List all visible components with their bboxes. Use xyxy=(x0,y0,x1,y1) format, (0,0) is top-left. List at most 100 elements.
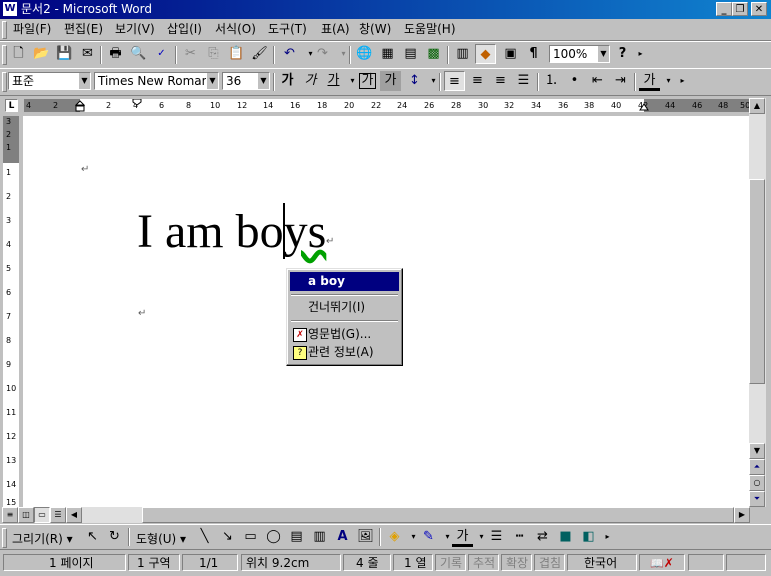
paste-icon[interactable]: 📋 xyxy=(226,44,247,64)
tab-selector-icon[interactable]: L xyxy=(5,99,18,112)
oval-icon[interactable]: ◯ xyxy=(263,527,284,547)
font-size-combo[interactable]: 36 ▼ xyxy=(222,72,270,90)
italic-button[interactable]: 가 xyxy=(300,71,321,91)
line-icon[interactable]: ╲ xyxy=(194,527,215,547)
browse-object-icon[interactable]: ○ xyxy=(749,475,765,491)
grammar-item[interactable]: ✗ 영문법(G)... xyxy=(290,325,399,344)
menu-tools[interactable]: 도구(T) xyxy=(268,22,307,37)
decrease-indent-icon[interactable]: ⇤ xyxy=(587,71,608,91)
scroll-right-button[interactable]: ▶ xyxy=(734,507,750,523)
print-preview-icon[interactable]: 🔍 xyxy=(128,44,149,64)
horizontal-ruler[interactable]: L 4 2 2 4 6 8 10 12 14 16 18 20 22 24 26… xyxy=(0,96,771,114)
menu-format[interactable]: 서식(O) xyxy=(215,22,256,37)
status-trk[interactable]: 추적 xyxy=(468,554,499,571)
undo-icon[interactable]: ↶ xyxy=(279,44,300,64)
menubar-grip[interactable] xyxy=(2,21,7,39)
numbering-icon[interactable]: ⒈ xyxy=(541,71,562,91)
left-indent-marker[interactable] xyxy=(75,99,85,112)
menu-table[interactable]: 표(A) xyxy=(321,22,350,37)
cut-icon[interactable]: ✂ xyxy=(180,44,201,64)
arrow-icon[interactable]: ↘ xyxy=(217,527,238,547)
menu-window[interactable]: 창(W) xyxy=(359,22,391,37)
document-text[interactable]: I am boys xyxy=(137,205,326,259)
print-icon[interactable]: 🖶 xyxy=(105,44,126,64)
normal-view-icon[interactable]: ≡ xyxy=(2,507,18,523)
show-hide-icon[interactable]: ¶ xyxy=(523,44,544,64)
spelling-status-icon[interactable]: 📖✗ xyxy=(639,554,685,571)
toolbar-options-icon[interactable]: ▸ xyxy=(630,44,651,64)
line-style-icon[interactable]: ☰ xyxy=(486,527,507,547)
dash-style-icon[interactable]: ┅ xyxy=(509,527,530,547)
ignore-item[interactable]: 건너뛰기(I) xyxy=(290,298,399,317)
chevron-down-icon[interactable]: ▼ xyxy=(78,73,90,89)
scroll-down-button[interactable]: ▼ xyxy=(749,443,765,459)
minimize-button[interactable]: _ xyxy=(716,2,732,16)
print-layout-icon[interactable]: ▭ xyxy=(34,507,50,523)
chevron-down-icon[interactable]: ▼ xyxy=(206,73,218,89)
wordart-a-icon[interactable]: A xyxy=(332,527,353,547)
copy-icon[interactable]: ⎘ xyxy=(203,44,224,64)
web-icon[interactable]: 🌐 xyxy=(354,44,375,64)
fill-color-icon[interactable]: ◈ xyxy=(384,527,405,547)
distribute-icon[interactable]: ☰ xyxy=(513,71,534,91)
free-rotate-icon[interactable]: ↻ xyxy=(104,527,125,547)
clipart-icon[interactable]: 🖼 xyxy=(355,527,376,547)
next-page-icon[interactable]: ⏷ xyxy=(749,491,765,507)
align-center-icon[interactable]: ≡ xyxy=(467,71,488,91)
vertical-ruler[interactable]: 3 2 1 1 2 3 4 5 6 7 8 9 10 11 12 13 14 1… xyxy=(3,116,19,507)
word-doc-icon[interactable]: W xyxy=(3,2,17,16)
save-icon[interactable]: 💾 xyxy=(54,44,75,64)
insert-excel-icon[interactable]: ▩ xyxy=(423,44,444,64)
char-border-button[interactable]: 가 xyxy=(357,71,378,91)
font-color-button[interactable]: 가 xyxy=(639,71,660,91)
toolbar-grip[interactable] xyxy=(2,528,7,548)
insert-table-icon[interactable]: ▤ xyxy=(400,44,421,64)
font-color-button[interactable]: 가 xyxy=(452,527,473,547)
format-painter-icon[interactable]: 🖌 xyxy=(249,44,270,64)
font-combo[interactable]: Times New Roman ▼ xyxy=(94,72,219,90)
arrow-style-icon[interactable]: ⇄ xyxy=(532,527,553,547)
close-button[interactable]: ✕ xyxy=(751,2,767,16)
tables-borders-icon[interactable]: ▦ xyxy=(377,44,398,64)
scroll-left-button[interactable]: ◀ xyxy=(66,507,82,523)
underline-button[interactable]: 가 xyxy=(323,71,344,91)
bullets-icon[interactable]: • xyxy=(564,71,585,91)
menu-insert[interactable]: 삽입(I) xyxy=(167,22,202,37)
rectangle-icon[interactable]: ▭ xyxy=(240,527,261,547)
right-indent-marker[interactable] xyxy=(639,103,649,111)
line-spacing-icon[interactable]: ↕ xyxy=(404,71,425,91)
autoshapes-button[interactable]: 도형(U) ▾ xyxy=(136,530,186,547)
3d-icon[interactable]: ◧ xyxy=(578,527,599,547)
zoom-combo[interactable]: 100% ▼ xyxy=(549,45,610,63)
scroll-thumb[interactable] xyxy=(749,179,765,384)
open-icon[interactable]: 📂 xyxy=(31,44,52,64)
menu-file[interactable]: 파일(F) xyxy=(13,22,51,37)
status-ext[interactable]: 확장 xyxy=(501,554,532,571)
email-icon[interactable]: ✉ xyxy=(77,44,98,64)
ruler-band[interactable]: 4 2 2 4 6 8 10 12 14 16 18 20 22 24 26 2… xyxy=(24,99,750,112)
select-objects-icon[interactable]: ↖ xyxy=(82,527,103,547)
outline-view-icon[interactable]: ☰ xyxy=(50,507,66,523)
menu-help[interactable]: 도움말(H) xyxy=(404,22,456,37)
previous-page-icon[interactable]: ⏶ xyxy=(749,459,765,475)
status-language[interactable]: 한국어 xyxy=(567,554,637,571)
line-color-icon[interactable]: ✎ xyxy=(418,527,439,547)
textbox-icon[interactable]: ▤ xyxy=(286,527,307,547)
increase-indent-icon[interactable]: ⇥ xyxy=(610,71,631,91)
restore-button[interactable]: ❐ xyxy=(732,2,748,16)
wordart-icon[interactable]: ▥ xyxy=(309,527,330,547)
suggestion-item[interactable]: a boy xyxy=(290,272,399,291)
bold-button[interactable]: 가 xyxy=(277,71,298,91)
toolbar-grip[interactable] xyxy=(2,72,7,92)
menu-view[interactable]: 보기(V) xyxy=(115,22,155,37)
draw-menu-button[interactable]: 그리기(R) ▾ xyxy=(12,530,73,547)
redo-icon[interactable]: ↷ xyxy=(312,44,333,64)
char-shading-button[interactable]: 가 xyxy=(380,71,401,91)
align-justify-icon[interactable]: ≡ xyxy=(444,71,465,91)
toolbar-options-icon[interactable]: ▸ xyxy=(597,527,618,547)
web-layout-icon[interactable]: ◫ xyxy=(18,507,34,523)
vertical-scrollbar[interactable]: ▲ ▼ ⏶ ○ ⏷ xyxy=(749,98,766,507)
status-ovr[interactable]: 겹침 xyxy=(534,554,565,571)
menu-edit[interactable]: 편집(E) xyxy=(64,22,103,37)
toolbar-options-icon[interactable]: ▸ xyxy=(672,71,693,91)
